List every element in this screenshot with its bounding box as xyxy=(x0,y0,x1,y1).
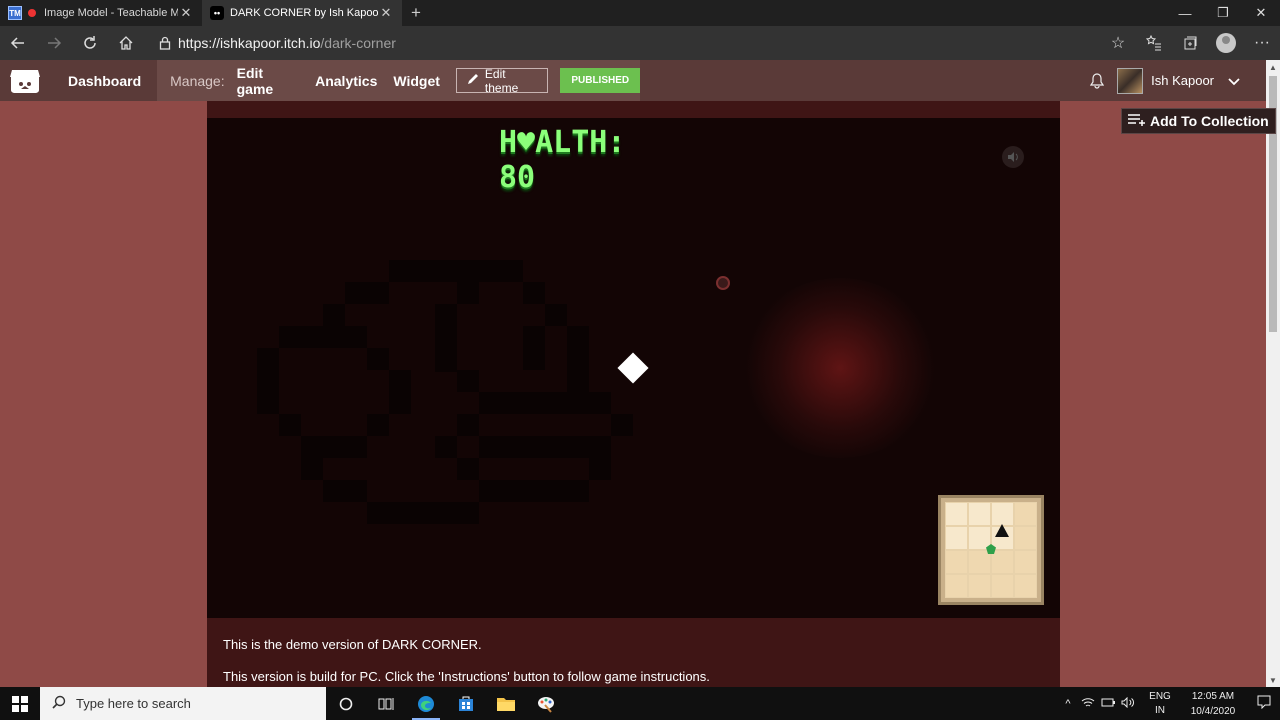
taskbar-search-input[interactable]: Type here to search xyxy=(40,687,326,720)
light-glow xyxy=(740,278,940,458)
tab-title: DARK CORNER by Ish Kapoor xyxy=(230,7,378,19)
game-canvas[interactable]: H♥ALTH: 80 xyxy=(207,118,1060,618)
minimize-icon[interactable]: — xyxy=(1166,0,1204,26)
new-tab-button[interactable]: + xyxy=(402,0,430,26)
close-window-icon[interactable]: ✕ xyxy=(1242,0,1280,26)
url-field[interactable]: https://ishkapoor.itch.io/dark-corner xyxy=(152,30,1097,56)
description-line-2: This version is build for PC. Click the … xyxy=(223,669,710,684)
volume-icon[interactable] xyxy=(1118,696,1138,711)
show-hidden-icons-icon[interactable]: ^ xyxy=(1058,698,1078,710)
edit-game-link[interactable]: Edit game xyxy=(237,65,300,97)
browser-tab-strip: TM Image Model - Teachable M ✕ •• DARK C… xyxy=(0,0,1280,26)
edge-browser-icon[interactable] xyxy=(406,687,446,720)
search-placeholder: Type here to search xyxy=(76,696,191,711)
system-tray: ^ ENG IN 12:05 AM 10/4/2020 xyxy=(1058,689,1280,719)
cortana-icon[interactable] xyxy=(326,687,366,720)
close-tab-icon[interactable]: ✕ xyxy=(178,5,194,21)
home-icon[interactable] xyxy=(108,26,144,60)
action-center-icon[interactable] xyxy=(1248,695,1280,712)
add-to-collection-label: Add To Collection xyxy=(1150,113,1269,129)
teachable-machine-favicon-icon: TM xyxy=(8,6,22,20)
forward-arrow-icon[interactable] xyxy=(36,26,72,60)
microsoft-store-icon[interactable] xyxy=(446,687,486,720)
clock-time: 12:05 AM xyxy=(1191,690,1235,702)
profile-icon[interactable] xyxy=(1216,33,1236,53)
favorite-star-icon[interactable]: ☆ xyxy=(1100,26,1136,60)
chevron-down-icon[interactable] xyxy=(1228,73,1240,89)
minimap xyxy=(938,495,1044,605)
favorites-list-icon[interactable] xyxy=(1136,26,1172,60)
lock-icon xyxy=(152,36,178,50)
file-explorer-icon[interactable] xyxy=(486,687,526,720)
language-indicator[interactable]: ENG IN xyxy=(1142,690,1178,718)
scroll-down-arrow-icon[interactable]: ▼ xyxy=(1266,673,1280,687)
itch-game-favicon-icon: •• xyxy=(210,6,224,20)
page-scrollbar[interactable]: ▲ ▼ xyxy=(1266,60,1280,687)
itch-logo-icon[interactable] xyxy=(0,60,50,101)
task-view-icon[interactable] xyxy=(366,687,406,720)
notification-bell-icon[interactable] xyxy=(1083,72,1111,89)
player-diamond xyxy=(617,352,649,384)
paint-app-icon[interactable] xyxy=(526,687,566,720)
url-host: https://ishkapoor.itch.io xyxy=(178,35,321,51)
collections-icon[interactable] xyxy=(1172,26,1208,60)
edit-theme-button[interactable]: Edit theme xyxy=(455,66,549,95)
tab-teachable-machine[interactable]: TM Image Model - Teachable M ✕ xyxy=(0,0,202,26)
tab-dark-corner[interactable]: •• DARK CORNER by Ish Kapoor ✕ xyxy=(202,0,402,26)
user-avatar[interactable] xyxy=(1117,67,1144,94)
add-to-collection-button[interactable]: Add To Collection xyxy=(1121,108,1276,134)
add-list-icon xyxy=(1128,113,1146,129)
lang-bottom: IN xyxy=(1155,704,1165,716)
search-icon xyxy=(52,695,66,712)
user-name[interactable]: Ish Kapoor xyxy=(1151,73,1214,88)
wifi-icon[interactable] xyxy=(1078,697,1098,711)
more-menu-icon[interactable]: ··· xyxy=(1244,26,1280,60)
clock-date: 10/4/2020 xyxy=(1190,705,1236,717)
address-bar: https://ishkapoor.itch.io/dark-corner ☆ … xyxy=(0,26,1280,60)
sound-toggle-icon[interactable] xyxy=(1002,146,1024,168)
windows-taskbar: Type here to search ^ ENG IN 12:05 AM 10… xyxy=(0,687,1280,720)
battery-icon[interactable] xyxy=(1098,698,1118,710)
windows-start-icon[interactable] xyxy=(0,687,40,720)
analytics-link[interactable]: Analytics xyxy=(315,73,377,89)
widget-link[interactable]: Widget xyxy=(393,73,440,89)
close-tab-icon[interactable]: ✕ xyxy=(378,5,394,21)
manage-label: Manage: xyxy=(170,72,225,89)
pencil-icon xyxy=(467,73,479,88)
scroll-up-arrow-icon[interactable]: ▲ xyxy=(1266,60,1280,74)
enemy-sprite xyxy=(716,276,730,290)
window-controls: — ❐ ✕ xyxy=(1166,0,1280,26)
itch-header: Dashboard Manage: Edit game Analytics Wi… xyxy=(0,60,1266,101)
description-line-1: This is the demo version of DARK CORNER. xyxy=(223,637,482,652)
minimap-player-arrow-icon xyxy=(995,524,1009,537)
published-badge[interactable]: PUBLISHED xyxy=(560,68,641,93)
edit-theme-label: Edit theme xyxy=(484,66,519,95)
url-path: /dark-corner xyxy=(320,35,396,51)
health-display: H♥ALTH: 80 xyxy=(499,125,626,195)
manage-bar: Manage: Edit game Analytics Widget Edit … xyxy=(157,60,641,101)
recording-indicator-icon xyxy=(28,9,36,17)
dashboard-link[interactable]: Dashboard xyxy=(50,60,157,101)
system-clock[interactable]: 12:05 AM 10/4/2020 xyxy=(1178,689,1248,719)
lang-top: ENG xyxy=(1149,690,1171,702)
refresh-icon[interactable] xyxy=(72,26,108,60)
restore-icon[interactable]: ❐ xyxy=(1204,0,1242,26)
tab-title: Image Model - Teachable M xyxy=(44,7,178,19)
back-arrow-icon[interactable] xyxy=(0,26,36,60)
